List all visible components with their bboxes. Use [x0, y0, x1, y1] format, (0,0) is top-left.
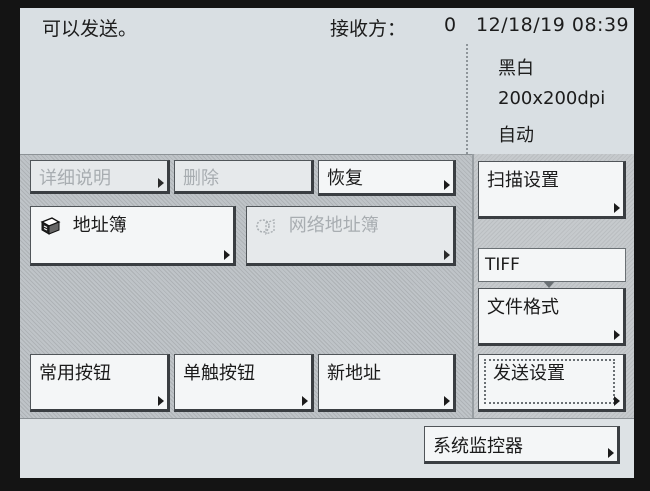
delete-button[interactable]: 删除	[174, 160, 314, 194]
triangle-right-icon	[608, 448, 614, 458]
triangle-right-icon	[224, 250, 230, 260]
status-area: 可以发送。 接收方： 0 12/18/19 08:39 黑白 200x200dp…	[20, 8, 634, 154]
network-address-book-icon	[256, 219, 275, 235]
new-address-label: 新地址	[327, 363, 381, 384]
pointer-down-icon	[543, 281, 555, 288]
scan-settings-label: 扫描设置	[487, 170, 559, 191]
address-book-label: 地址簿	[72, 215, 127, 236]
address-book-icon	[40, 217, 61, 235]
receiver-label: 接收方：	[330, 18, 407, 40]
address-book-button[interactable]: 地址簿	[30, 206, 236, 266]
delete-label: 删除	[183, 168, 219, 189]
system-monitor-label: 系统监控器	[433, 436, 523, 457]
detail-info-label: 详细说明	[39, 168, 111, 189]
network-address-book-label: 网络地址簿	[288, 215, 379, 236]
file-format-value: TIFF	[478, 248, 626, 288]
one-touch-label: 单触按钮	[183, 363, 255, 384]
status-message: 可以发送。	[42, 18, 138, 40]
triangle-right-icon	[614, 203, 620, 213]
settings-divider	[466, 44, 468, 154]
density: 自动	[498, 125, 534, 146]
send-settings-label: 发送设置	[493, 363, 565, 384]
color-mode: 黑白	[498, 58, 534, 79]
detail-info-button[interactable]: 详细说明	[30, 160, 170, 194]
network-address-book-button[interactable]: 网络地址簿	[246, 206, 456, 266]
file-format-button[interactable]: 文件格式	[478, 288, 626, 346]
triangle-right-icon	[158, 396, 164, 406]
triangle-right-icon	[158, 178, 164, 188]
triangle-right-icon	[444, 180, 450, 190]
triangle-right-icon	[302, 396, 308, 406]
one-touch-button[interactable]: 单触按钮	[174, 354, 314, 412]
restore-label: 恢复	[327, 168, 363, 189]
file-format-value-text: TIFF	[485, 255, 520, 275]
device-screen: 可以发送。 接收方： 0 12/18/19 08:39 黑白 200x200dp…	[20, 8, 634, 478]
triangle-right-icon	[614, 330, 620, 340]
restore-button[interactable]: 恢复	[318, 160, 456, 196]
file-format-label: 文件格式	[487, 297, 559, 318]
scan-settings-button[interactable]: 扫描设置	[478, 161, 626, 219]
triangle-right-icon	[444, 396, 450, 406]
resolution: 200x200dpi	[498, 88, 606, 109]
new-address-button[interactable]: 新地址	[318, 354, 456, 412]
triangle-right-icon	[614, 396, 620, 406]
favorites-button[interactable]: 常用按钮	[30, 354, 170, 412]
datetime: 12/18/19 08:39	[476, 14, 630, 36]
system-monitor-button[interactable]: 系统监控器	[424, 426, 620, 464]
favorites-label: 常用按钮	[39, 363, 111, 384]
triangle-right-icon	[444, 250, 450, 260]
receiver-count: 0	[444, 14, 457, 36]
send-settings-button[interactable]: 发送设置	[478, 354, 626, 412]
